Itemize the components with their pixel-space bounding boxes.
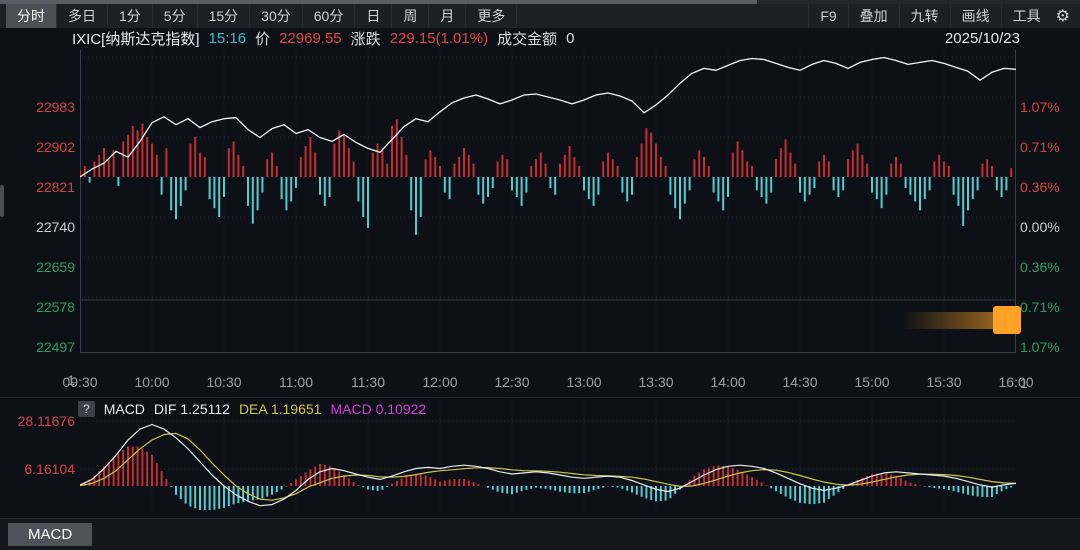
price-tick-label: 22659 [0, 258, 75, 276]
price-tick-label: 22578 [0, 298, 75, 316]
time-label: 10:30 [206, 374, 241, 390]
toolbar: 分时多日1分5分15分30分60分日周月更多 F9叠加九转画线工具 ⚙ [0, 4, 1080, 28]
period-tab-多日[interactable]: 多日 [57, 4, 108, 28]
bottom-tab-bar: MACD [0, 518, 1080, 550]
period-tab-5分[interactable]: 5分 [153, 4, 198, 28]
macd-tick-label: 28.11676 [0, 412, 75, 430]
time-label: 11:00 [279, 374, 313, 390]
time-label: 11:30 [351, 374, 385, 390]
dea-value: DEA 1.19651 [239, 401, 322, 417]
price-label: 价 [255, 28, 270, 49]
price-tick-label: 22497 [0, 338, 75, 356]
info-bar: IXIC[纳斯达克指数] 15:16 价 22969.55 涨跌 229.15(… [0, 27, 1080, 50]
time-axis: 09:30 10:00 10:30 11:00 11:30 12:00 12:30 13:00… [0, 372, 1080, 394]
period-tab-更多[interactable]: 更多 [466, 4, 517, 28]
time-label: 12:30 [494, 374, 529, 390]
trade-date: 2025/10/23 [945, 30, 1020, 47]
trading-terminal: 分时多日1分5分15分30分60分日周月更多 F9叠加九转画线工具 ⚙ IXIC… [0, 0, 1080, 550]
time-label: 10:00 [134, 374, 169, 390]
turnover-label: 成交金额 [497, 28, 557, 49]
percent-tick-label: 0.71% [1020, 298, 1078, 316]
time-label: 14:30 [782, 374, 817, 390]
period-tabs: 分时多日1分5分15分30分60分日周月更多 [0, 4, 517, 28]
price-tick-label: 22821 [0, 178, 75, 196]
price-chart-canvas[interactable] [80, 50, 1016, 353]
tool-叠加[interactable]: 叠加 [848, 4, 899, 28]
help-icon[interactable]: ? [78, 401, 95, 417]
time-label: 15:00 [854, 374, 889, 390]
percent-tick-label: 0.00% [1020, 218, 1078, 236]
price-tick-label: 22983 [0, 98, 75, 116]
macd-tick-label: 6.16104 [0, 460, 75, 478]
price-chart-pane: 229832290222821227402265922578224971 1.0… [0, 50, 1080, 397]
time-label: 14:00 [710, 374, 745, 390]
percent-tick-label: 0.36% [1020, 258, 1078, 276]
left-scrollbar-thumb[interactable] [0, 185, 4, 217]
change-value: 229.15(1.01%) [390, 30, 488, 47]
marker-trail [902, 312, 994, 329]
period-tab-分时[interactable]: 分时 [6, 4, 57, 28]
time-label: 15:30 [926, 374, 961, 390]
percent-axis-right: 1.07%0.71%0.36%0.00%0.36%0.71%1.07%1 [1020, 50, 1080, 397]
macd-pane: ? MACD DIF 1.25112 DEA 1.19651 MACD 0.10… [0, 397, 1080, 519]
tab-macd[interactable]: MACD [8, 523, 92, 546]
symbol-name: IXIC[纳斯达克指数] [72, 28, 200, 49]
tool-工具[interactable]: 工具 [1001, 4, 1052, 28]
tool-九转[interactable]: 九转 [899, 4, 950, 28]
price-value: 22969.55 [279, 30, 342, 47]
percent-tick-label: 1.07% [1020, 338, 1078, 356]
price-tick-label: 22740 [0, 218, 75, 236]
period-tab-60分[interactable]: 60分 [303, 4, 356, 28]
turnover-value: 0 [566, 30, 574, 47]
macd-value: MACD 0.10922 [330, 401, 426, 417]
period-tab-周[interactable]: 周 [392, 4, 429, 28]
dif-value: DIF 1.25112 [154, 401, 230, 417]
tool-画线[interactable]: 画线 [950, 4, 1001, 28]
toolbar-tools: F9叠加九转画线工具 [808, 4, 1051, 28]
settings-gear-icon[interactable]: ⚙ [1052, 4, 1080, 28]
time-label: 13:30 [638, 374, 673, 390]
period-tab-15分[interactable]: 15分 [198, 4, 251, 28]
quote-time: 15:16 [209, 30, 247, 47]
tool-F9[interactable]: F9 [808, 4, 847, 28]
price-tick-label: 22902 [0, 138, 75, 156]
percent-tick-label: 0.36% [1020, 178, 1078, 196]
period-tab-月[interactable]: 月 [429, 4, 466, 28]
price-axis-left: 229832290222821227402265922578224971 [0, 50, 75, 397]
change-label: 涨跌 [351, 28, 381, 49]
period-tab-1分[interactable]: 1分 [108, 4, 153, 28]
drag-marker[interactable] [993, 306, 1021, 334]
percent-tick-label: 1.07% [1020, 98, 1078, 116]
time-label: 12:00 [422, 374, 457, 390]
time-label: 09:30 [62, 374, 97, 390]
macd-header: ? MACD DIF 1.25112 DEA 1.19651 MACD 0.10… [78, 401, 426, 417]
percent-tick-label: 0.71% [1020, 138, 1078, 156]
time-label: 13:00 [566, 374, 601, 390]
period-tab-日[interactable]: 日 [355, 4, 392, 28]
macd-title: MACD [104, 401, 145, 417]
period-tab-30分[interactable]: 30分 [250, 4, 303, 28]
time-label: 16:00 [998, 374, 1033, 390]
macd-axis-left: 28.11676 6.16104 [0, 398, 75, 519]
